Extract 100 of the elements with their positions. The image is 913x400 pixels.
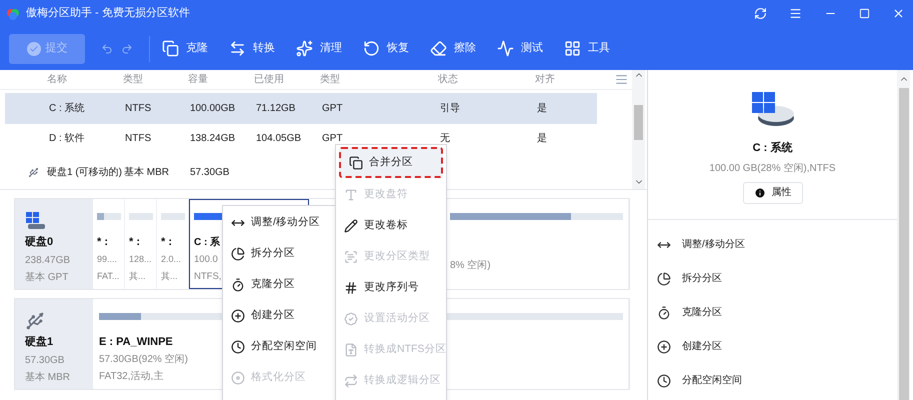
partition-fs: FAT... <box>97 270 120 283</box>
table-cell: 104.05GB <box>256 133 302 144</box>
redo-icon[interactable] <box>121 42 133 54</box>
partition-size: 2.0... <box>161 253 182 266</box>
app-logo-icon <box>6 8 20 20</box>
partition-size: 99.... <box>97 253 118 266</box>
file-type-icon <box>344 342 358 356</box>
table-row[interactable]: C : 系统 NTFS 100.00GB 71.12GB GPT 引导 是 <box>5 92 597 124</box>
partition-size: 128... <box>129 253 152 266</box>
disk-style: 基本 MBR <box>25 370 71 384</box>
table-cell: 是 <box>537 102 547 114</box>
scrollbar[interactable] <box>897 70 910 400</box>
pie-icon <box>657 272 671 286</box>
toolbar-button[interactable]: 克隆 <box>186 40 208 57</box>
scroll-thumb[interactable] <box>634 105 643 140</box>
table-cell: 71.12GB <box>256 102 296 114</box>
maximize-icon[interactable] <box>859 8 870 19</box>
toolbar-button[interactable]: 清理 <box>320 40 342 57</box>
toolbar-button[interactable]: 测试 <box>521 40 543 57</box>
table-cell: 138.24GB <box>190 133 236 144</box>
column-header: 状态 <box>438 74 458 85</box>
partition-name: C : 系 <box>194 236 220 250</box>
plus-circle-icon <box>231 308 245 322</box>
partition-name: * : <box>161 235 172 250</box>
partition-card[interactable]: * : 2.0... 其... <box>157 199 189 289</box>
pulse-icon <box>497 40 514 57</box>
table-cell: GPT <box>322 133 343 144</box>
table-cell: C : 系统 <box>49 102 85 114</box>
badge-icon <box>344 312 358 326</box>
menu-item[interactable]: 合并分区 <box>339 147 443 178</box>
column-header: 已使用 <box>254 74 284 85</box>
properties-button[interactable]: 属性 <box>742 182 802 204</box>
toolbar-button[interactable]: 转换 <box>253 40 275 57</box>
partition-name: * : <box>97 235 108 250</box>
action-link[interactable]: 拆分分区 <box>682 271 722 286</box>
partition-fs: 其... <box>129 270 146 283</box>
partition-info: 100.00 GB(28% 空闲),NTFS <box>709 162 836 176</box>
info-icon <box>754 186 766 198</box>
menu-item[interactable]: 分配空闲空间 <box>223 331 335 362</box>
plus-circle-icon <box>657 340 671 354</box>
swap-icon <box>229 40 246 57</box>
sparkle-icon <box>296 40 313 57</box>
table-cell: 无 <box>440 133 450 144</box>
table-cell: D : 软件 <box>49 133 85 144</box>
refresh-icon[interactable] <box>754 7 767 20</box>
timer-icon <box>657 306 671 320</box>
table-cell: 是 <box>537 133 547 144</box>
partition-title: C : 系统 <box>752 140 792 156</box>
partition-card[interactable]: * : 99.... FAT... <box>93 199 125 289</box>
menu-icon[interactable] <box>789 7 802 20</box>
clock-icon <box>657 374 671 388</box>
disk-icon <box>25 211 47 231</box>
usage-bar <box>129 213 153 220</box>
scrollbar[interactable] <box>632 70 645 189</box>
disk-style: 基本 GPT <box>25 270 70 284</box>
rotate-icon <box>363 40 380 57</box>
disk-capacity: 57.30GB <box>190 166 230 180</box>
check-icon <box>26 42 40 56</box>
window-title: 傲梅分区助手 - 免费无损分区软件 <box>26 6 190 22</box>
id-icon <box>344 250 358 264</box>
table-cell: 引导 <box>440 102 460 114</box>
copy-icon <box>162 40 179 57</box>
toolbar-button[interactable]: 恢复 <box>387 40 409 57</box>
partition-size: 57.30GB(92% 空闲) <box>99 352 188 367</box>
close-icon[interactable] <box>892 7 905 20</box>
column-header: 对齐 <box>535 74 555 85</box>
partition-card[interactable]: * : 128... 其... <box>125 199 157 289</box>
pie-icon <box>231 246 245 260</box>
partition-fs: FAT32,活动,主 <box>99 370 164 384</box>
hash-icon <box>344 280 358 294</box>
repeat-icon <box>344 374 358 388</box>
table-cell: NTFS <box>125 102 152 114</box>
action-link[interactable]: 创建分区 <box>682 339 722 354</box>
disk-type: 基本 MBR <box>124 166 170 180</box>
action-link[interactable]: 克隆分区 <box>682 305 722 320</box>
column-menu-icon[interactable] <box>615 72 628 86</box>
menu-item[interactable]: 更改卷标 <box>336 210 446 241</box>
disk-name: 硬盘0 <box>25 235 54 250</box>
disk-size: 238.47GB <box>25 254 72 268</box>
usage-bar <box>161 213 185 220</box>
column-header: 名称 <box>47 74 67 85</box>
action-link[interactable]: 调整/移动分区 <box>682 237 745 252</box>
toolbar-button[interactable]: 工具 <box>588 40 610 57</box>
usb-drive-icon <box>28 167 39 178</box>
partition-size: 8% 空闲) <box>450 258 491 273</box>
partition-fs: NTFS, <box>194 270 222 284</box>
scroll-thumb[interactable] <box>898 88 908 400</box>
copy-icon <box>349 156 363 170</box>
toolbar-button[interactable]: 擦除 <box>454 40 476 57</box>
action-link[interactable]: 分配空闲空间 <box>682 373 742 388</box>
eraser-icon <box>430 40 447 57</box>
partition-fs: 其... <box>161 270 178 283</box>
menu-item[interactable]: 创建分区 <box>223 300 335 331</box>
disk-size: 57.30GB <box>25 354 66 368</box>
table-cell: NTFS <box>125 133 152 144</box>
letter-icon <box>344 188 358 202</box>
partition-name: * : <box>129 235 140 250</box>
table-cell: 100.00GB <box>190 102 236 114</box>
disc-icon <box>231 370 245 384</box>
partition-name: E : PA_WINPE <box>99 335 173 350</box>
